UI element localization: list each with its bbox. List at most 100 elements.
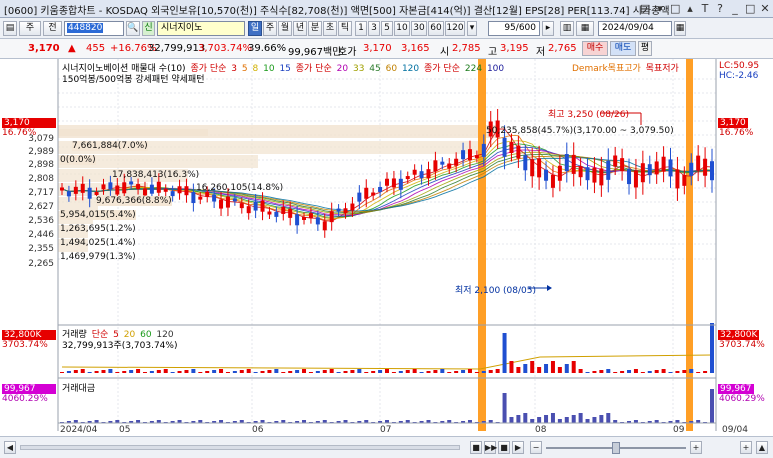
buy-button[interactable]: 매수 [582, 41, 608, 56]
dropdown-icon[interactable]: ▾ [655, 2, 665, 15]
period-tick-button[interactable]: 틱 [338, 21, 352, 36]
text-icon[interactable]: T [700, 2, 710, 15]
volume-bar [385, 369, 389, 373]
amount-bar [550, 413, 555, 423]
candle-body [689, 162, 694, 176]
candle-body [212, 194, 217, 202]
nav-stop-icon[interactable]: ■ [470, 441, 482, 454]
display-count-input[interactable]: 95/600 [488, 21, 540, 36]
nav-pause-icon[interactable]: ■ [498, 441, 510, 454]
candle-body [419, 171, 424, 179]
candle-body [385, 178, 389, 186]
candle-body [80, 183, 85, 193]
interval-1-button[interactable]: 1 [355, 21, 367, 36]
legend-demark-low: 목표저가 [645, 64, 679, 74]
interval-60-button[interactable]: 60 [428, 21, 444, 36]
candle-body [253, 201, 258, 211]
nav-scrollbar[interactable] [20, 445, 460, 450]
candle-body [433, 160, 438, 172]
minimize-icon[interactable]: _ [730, 2, 740, 15]
highlight-bar-0806 [478, 59, 486, 431]
nav-left-icon[interactable]: ◀ [4, 441, 16, 454]
nav-fast-forward-icon[interactable]: ▶▶ [484, 441, 497, 454]
volume-bar [433, 370, 438, 373]
item-type-button[interactable]: 주 [19, 21, 41, 36]
nav-play-icon[interactable]: ▶ [512, 441, 524, 454]
candle-body [544, 169, 549, 181]
help-icon[interactable]: ? [715, 2, 725, 15]
candle-body [613, 155, 618, 167]
volume-bar [212, 370, 217, 373]
menu-icon[interactable]: ▤ [640, 2, 650, 15]
interval-120-button[interactable]: 120 [445, 21, 465, 36]
volume-value: 32,799,913 [148, 43, 206, 54]
pin-icon[interactable]: ▴ [685, 2, 695, 15]
legend-ma120: 120 [401, 64, 420, 74]
period-day-button[interactable]: 일 [248, 21, 262, 36]
panel-toggle-icon[interactable]: ▤ [3, 21, 17, 36]
candle-body [502, 137, 507, 157]
interval-5-button[interactable]: 5 [381, 21, 393, 36]
mode-button[interactable]: 전 [43, 21, 62, 36]
legend-ma45: 45 [369, 64, 381, 74]
calendar-icon[interactable]: ▦ [674, 21, 686, 36]
zoom-slider-handle[interactable] [612, 442, 620, 454]
x-tick: 09 [673, 425, 685, 435]
current-price-tag-right: 3,170 [718, 118, 748, 128]
candle-body [274, 211, 279, 217]
candle-body [149, 184, 154, 194]
calendar-toggle-icon[interactable]: ▦ [576, 21, 594, 36]
add-icon[interactable]: + [740, 441, 752, 454]
volume-bar [544, 364, 549, 373]
legend-ma33: 33 [352, 64, 365, 74]
zoom-out-icon[interactable]: − [530, 441, 542, 454]
legend-ma8: 8 [252, 64, 259, 74]
volume-bar [571, 361, 576, 373]
amount-bar [606, 413, 611, 423]
period-month-button[interactable]: 월 [278, 21, 292, 36]
period-week-button[interactable]: 주 [263, 21, 277, 36]
volume-bar [675, 371, 680, 373]
candle-body [454, 158, 459, 166]
stock-code-input[interactable]: 448820 [64, 21, 124, 36]
interval-10-button[interactable]: 10 [394, 21, 410, 36]
profile-label: 1,494,025(1.4%) [60, 238, 136, 248]
volume-bar [357, 369, 362, 373]
chart-type-icon[interactable]: ▥ [560, 21, 574, 36]
volume-bar [322, 370, 327, 373]
zoom-in-icon[interactable]: + [690, 441, 702, 454]
candle-body [627, 169, 632, 185]
y-tick: 2,898 [28, 160, 54, 170]
close-icon[interactable]: ✕ [760, 2, 770, 15]
amount-pct-right: 4060.29% [719, 394, 765, 404]
volume-bar [530, 361, 535, 373]
candle-body [94, 191, 99, 195]
candle-body [640, 163, 645, 183]
scroll-up-icon[interactable]: ▲ [756, 441, 768, 454]
candle-body [302, 216, 307, 220]
candle-body [447, 163, 452, 169]
period-minute-button[interactable]: 분 [308, 21, 322, 36]
volume-bar [398, 371, 403, 373]
turnover-rate: 39.66% [248, 43, 287, 54]
search-icon[interactable]: 🔍 [126, 21, 140, 36]
volume-bar [267, 370, 272, 373]
sell-button[interactable]: 매도 [610, 41, 636, 56]
y-tick: 2,265 [28, 259, 54, 269]
average-button[interactable]: 평 [638, 41, 652, 56]
count-apply-icon[interactable]: ▸ [542, 21, 554, 36]
period-second-button[interactable]: 초 [323, 21, 337, 36]
volume-bar [523, 364, 528, 373]
amount-bar [523, 413, 528, 423]
period-year-button[interactable]: 년 [293, 21, 307, 36]
date-input[interactable]: 2024/09/04 [598, 21, 672, 36]
volume-bar [364, 372, 369, 373]
interval-30-button[interactable]: 30 [411, 21, 427, 36]
candle-body [668, 159, 673, 177]
maximize-icon[interactable]: □ [745, 2, 755, 15]
interval-dropdown-icon[interactable]: ▾ [467, 21, 477, 36]
interval-3-button[interactable]: 3 [368, 21, 380, 36]
restore-icon[interactable]: □ [670, 2, 680, 15]
volume-bar [80, 369, 85, 373]
candle-body [530, 159, 535, 177]
